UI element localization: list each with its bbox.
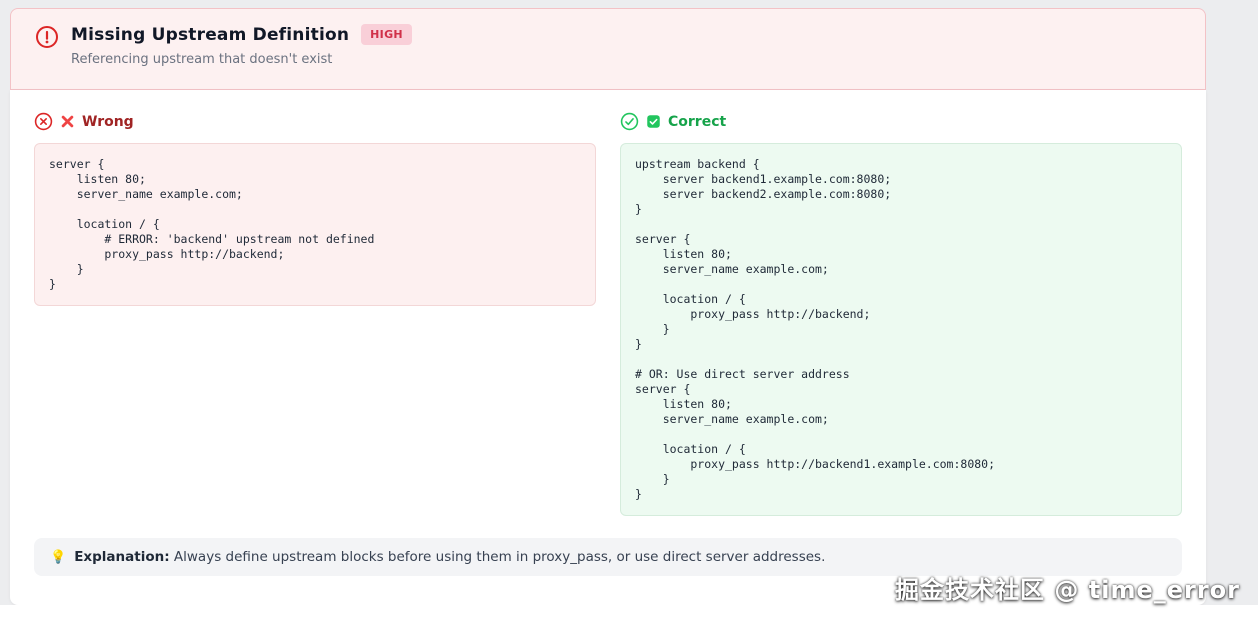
- issue-title-row: Missing Upstream Definition HIGH: [71, 24, 412, 45]
- explanation-text: Explanation: Always define upstream bloc…: [74, 549, 825, 565]
- wrong-label: Wrong: [82, 114, 134, 130]
- issue-title: Missing Upstream Definition: [71, 25, 349, 45]
- bottom-strip: [0, 605, 1258, 619]
- explanation-body: Always define upstream blocks before usi…: [170, 549, 826, 565]
- circle-check-icon: [620, 112, 639, 131]
- page: Missing Upstream Definition HIGH Referen…: [0, 0, 1258, 619]
- correct-column: Correct upstream backend { server backen…: [620, 110, 1182, 516]
- issue-body: Wrong server { listen 80; server_name ex…: [10, 90, 1206, 605]
- issue-subtitle: Referencing upstream that doesn't exist: [71, 52, 412, 67]
- comparison-columns: Wrong server { listen 80; server_name ex…: [34, 110, 1182, 516]
- wrong-code-block: server { listen 80; server_name example.…: [34, 143, 596, 306]
- red-cross-mark-icon: [60, 114, 75, 129]
- issue-header-text: Missing Upstream Definition HIGH Referen…: [71, 24, 412, 67]
- correct-column-header: Correct: [620, 112, 1182, 131]
- correct-code-block: upstream backend { server backend1.examp…: [620, 143, 1182, 516]
- green-checkbox-icon: [646, 114, 661, 129]
- explanation-label: Explanation:: [74, 549, 169, 565]
- lightbulb-icon: 💡: [50, 550, 66, 565]
- correct-label: Correct: [668, 114, 726, 130]
- explanation-bar: 💡 Explanation: Always define upstream bl…: [34, 538, 1182, 576]
- wrong-column: Wrong server { listen 80; server_name ex…: [34, 110, 596, 516]
- alert-circle-icon: [35, 25, 59, 49]
- circle-x-icon: [34, 112, 53, 131]
- wrong-column-header: Wrong: [34, 112, 596, 131]
- severity-badge: HIGH: [361, 24, 412, 45]
- issue-header: Missing Upstream Definition HIGH Referen…: [10, 8, 1206, 90]
